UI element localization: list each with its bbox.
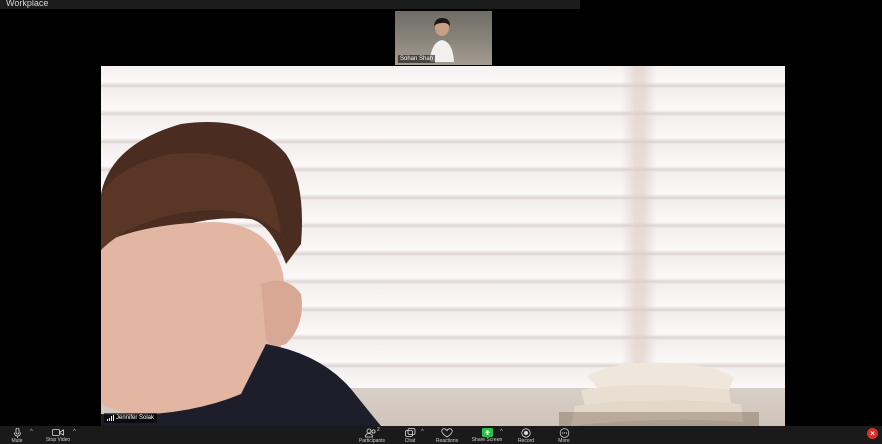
window-title-bar: Workplace <box>0 0 580 9</box>
window-title: Workplace <box>6 0 49 8</box>
share-screen-icon <box>481 428 493 437</box>
record-button[interactable]: Record <box>514 426 538 444</box>
participant-thumbnail[interactable]: Sohan Shah <box>395 11 492 65</box>
share-options-chevron-icon[interactable]: ^ <box>500 429 503 435</box>
video-options-chevron-icon[interactable]: ^ <box>73 429 76 435</box>
record-label: Record <box>517 438 535 444</box>
folded-towels-image <box>559 362 759 426</box>
close-icon: × <box>870 428 875 438</box>
thumbnail-name-label: Sohan Shah <box>398 55 436 63</box>
audio-options-chevron-icon[interactable]: ^ <box>30 429 33 435</box>
reactions-label: Reactions <box>435 438 459 444</box>
video-camera-icon <box>52 429 64 436</box>
more-button[interactable]: More <box>552 426 576 444</box>
active-speaker-video[interactable]: Jennifer Solak <box>101 66 785 426</box>
stop-video-label: Stop Video <box>45 437 71 443</box>
chat-icon <box>404 428 415 437</box>
microphone-icon <box>13 428 21 438</box>
chat-options-chevron-icon[interactable]: ^ <box>421 429 424 435</box>
share-screen-button[interactable]: Share Screen <box>470 426 504 444</box>
record-icon <box>521 428 531 438</box>
mute-button[interactable]: Mute <box>8 426 26 444</box>
participants-label: Participants <box>358 438 386 444</box>
participant-video-image <box>101 122 381 426</box>
reactions-button[interactable]: Reactions <box>433 426 461 444</box>
active-speaker-name: Jennifer Solak <box>116 415 155 421</box>
end-meeting-button[interactable]: × <box>867 428 878 439</box>
participants-count-badge: 2 <box>377 427 380 433</box>
participants-button[interactable]: Participants <box>356 426 388 444</box>
more-options-icon <box>559 428 569 438</box>
chat-button[interactable]: Chat <box>400 426 420 444</box>
active-speaker-name-label: Jennifer Solak <box>104 413 158 423</box>
more-label: More <box>558 438 570 444</box>
reactions-heart-icon <box>441 428 453 438</box>
mute-label: Mute <box>11 438 23 444</box>
share-screen-label: Share Screen <box>471 437 503 443</box>
stop-video-button[interactable]: Stop Video <box>44 426 72 444</box>
chat-label: Chat <box>404 438 416 444</box>
meeting-toolbar: Mute ^ Stop Video ^ Participants 2 Chat … <box>0 426 882 444</box>
signal-strength-icon <box>107 415 114 421</box>
